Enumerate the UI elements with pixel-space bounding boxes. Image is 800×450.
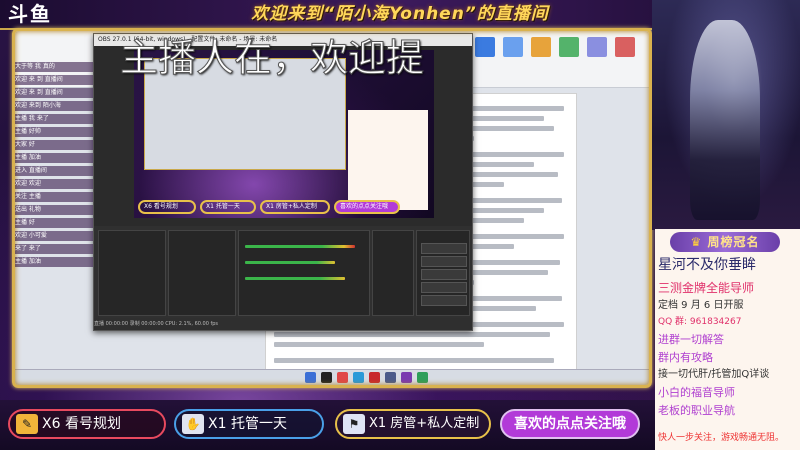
chat-message: 欢迎 小可爱 <box>15 231 93 241</box>
rank-footer-note: 快人一步关注，游戏畅通无阻。 <box>658 433 785 443</box>
chat-message: 进入 直播间 <box>15 166 93 176</box>
rank-info-line: 小白的福音导师 <box>658 386 735 399</box>
rank-info-line: 进群一切解答 <box>658 333 724 346</box>
chat-message: 欢迎 来 到 直播间 <box>15 88 93 98</box>
chat-message: 来了 来了 <box>15 244 93 254</box>
chat-message: 大家 好 <box>15 140 93 150</box>
chat-message: 主播 我 来了 <box>15 114 93 124</box>
service-button-account-planning[interactable]: ✎ X6 看号规划 <box>8 409 166 439</box>
streamer-status-overlay: 主播人在，欢迎提 <box>120 38 425 78</box>
ticket-icon: ✎ <box>16 414 38 434</box>
chat-message: 关注 主播 <box>15 192 93 202</box>
chat-message: 送出 礼物 <box>15 205 93 215</box>
hand-icon: ✋ <box>182 414 204 434</box>
service-button-label: X1 托管一天 <box>208 416 287 432</box>
flag-icon: ⚑ <box>343 414 365 434</box>
chat-message: 欢迎 欢迎 <box>15 179 93 189</box>
chat-message: 欢迎 来到 陌小海 <box>15 101 93 111</box>
rank-info-line: 老板的职业导航 <box>658 404 735 417</box>
follow-button-label: 喜欢的点点关注哦 <box>514 416 626 432</box>
weekly-rank-title: ♛ 周榜冠名 <box>670 232 780 252</box>
rank-info-line: 群内有攻略 <box>658 351 713 364</box>
rank-info-line: 定档 9 月 6 日开服 <box>658 300 744 311</box>
welcome-banner-text: 欢迎来到“陌小海Yonhen”的直播间 <box>251 4 549 24</box>
danmaku-chat: 大于等 我 真的 欢迎 来 到 直播间 欢迎 来 到 直播间 欢迎 来到 陌小海 主播 … <box>15 62 93 284</box>
service-button-label: X6 看号规划 <box>42 416 121 432</box>
rank-title-text: 周榜冠名 <box>707 235 760 249</box>
platform-logo: 斗鱼 <box>8 2 52 26</box>
chat-message: 主播 加油 <box>15 153 93 163</box>
rank-info-line: QQ 群: 961834267 <box>658 317 742 327</box>
chat-message: 欢迎 来 到 直播间 <box>15 75 93 85</box>
service-button-hosting[interactable]: ✋ X1 托管一天 <box>174 409 324 439</box>
chat-message: 主播 好帅 <box>15 127 93 137</box>
service-button-room-manager[interactable]: ⚑ X1 房管+私人定制 <box>335 409 491 439</box>
chat-message: 主播 好 <box>15 218 93 228</box>
service-button-label: X1 房管+私人定制 <box>369 416 480 431</box>
crown-icon: ♛ <box>690 235 703 249</box>
rank-info-line: 三测金牌全能导师 <box>658 281 755 295</box>
rank-top-name: 星河不及你垂眸 <box>658 257 756 273</box>
stream-frame-border <box>12 28 652 388</box>
follow-button[interactable]: 喜欢的点点关注哦 <box>500 409 640 439</box>
rank-info-line: 接一切代肝/托管加Q详谈 <box>658 369 770 380</box>
character-figure <box>690 20 760 220</box>
chat-message: 大于等 我 真的 <box>15 62 93 72</box>
chat-message: 主播 加油 <box>15 257 93 267</box>
